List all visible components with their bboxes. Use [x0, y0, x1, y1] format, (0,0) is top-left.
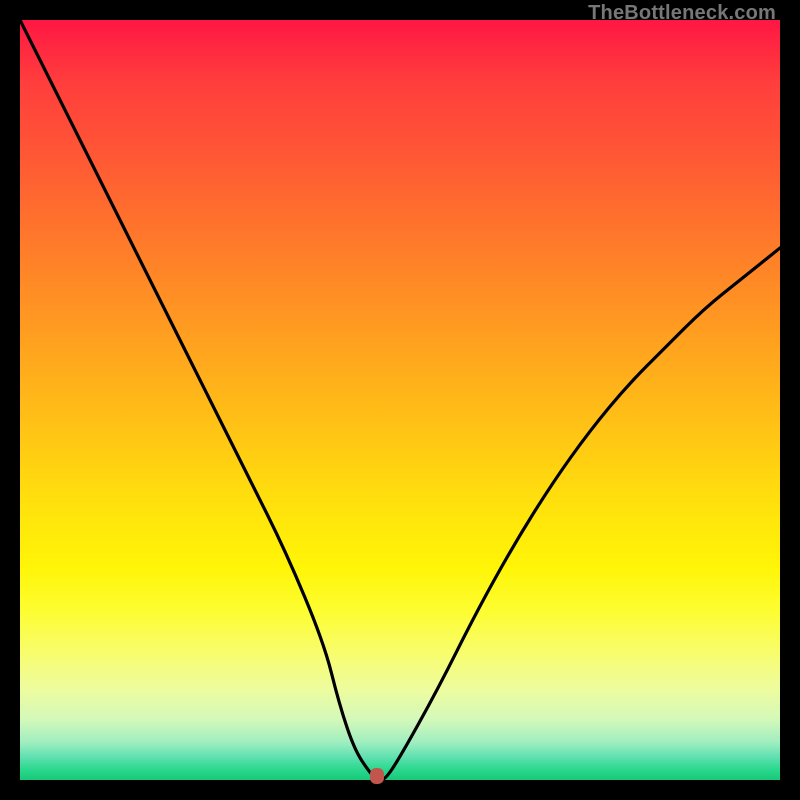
bottleneck-curve: [20, 20, 780, 780]
plot-area: [20, 20, 780, 780]
minimum-marker: [370, 768, 384, 784]
chart-frame: TheBottleneck.com: [0, 0, 800, 800]
